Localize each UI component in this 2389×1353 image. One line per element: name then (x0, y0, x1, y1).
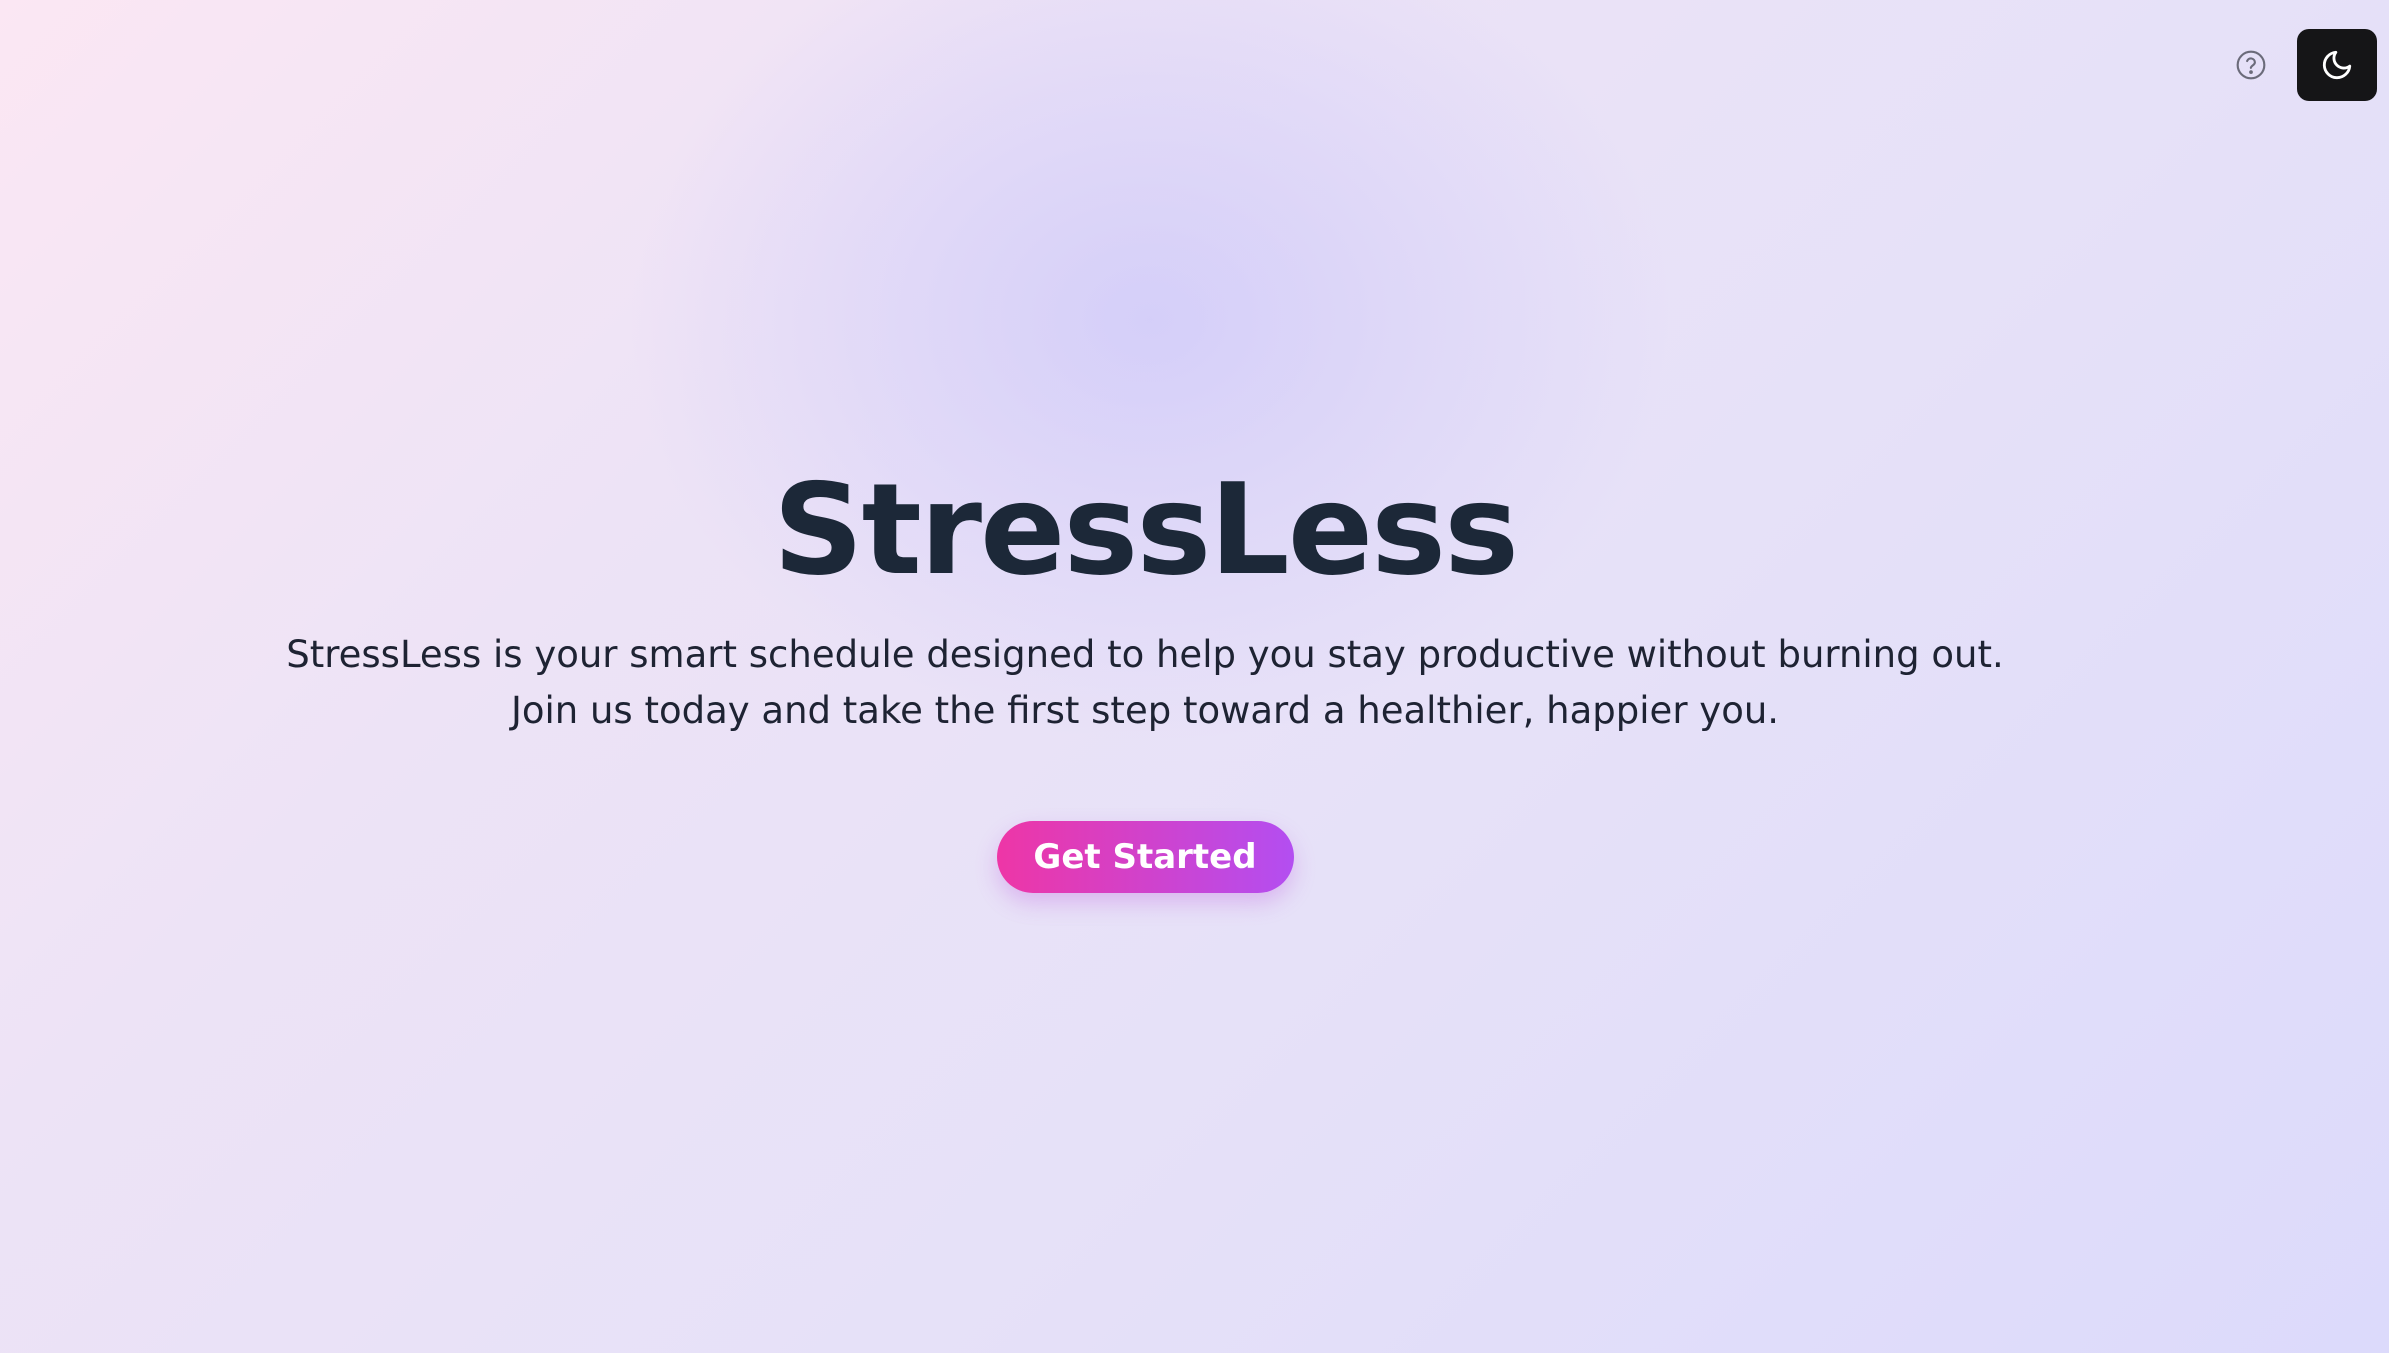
app-title: StressLess (772, 456, 1519, 603)
description-line-2: Join us today and take the first step to… (510, 689, 1780, 732)
hero-section: StressLess StressLess is your smart sche… (0, 455, 2290, 893)
help-button[interactable] (2215, 29, 2287, 101)
theme-toggle-button[interactable] (2297, 29, 2377, 101)
description-line-1: StressLess is your smart schedule design… (286, 633, 2004, 676)
get-started-button[interactable]: Get Started (996, 821, 1294, 893)
app-description: StressLess is your smart schedule design… (0, 627, 2290, 739)
moon-icon (2322, 50, 2352, 80)
top-actions (2215, 29, 2377, 101)
question-circle-icon (2236, 50, 2266, 80)
